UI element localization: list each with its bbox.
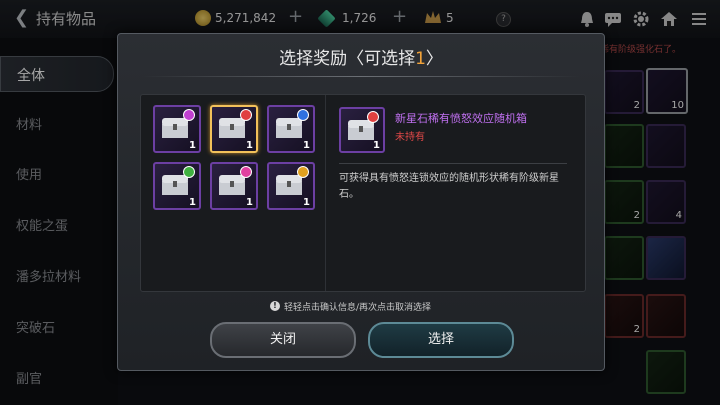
selectable-count: 1 [415, 49, 426, 69]
item-name: 新星石稀有愤怒效应随机箱 [395, 112, 527, 125]
item-quantity: 1 [189, 140, 196, 151]
panel-divider [325, 95, 326, 291]
item-quantity: 1 [189, 197, 196, 208]
reward-panel: 1 1 1 1 1 1 1 新星石稀有愤怒效应随机箱 未持有 可获得具有愤怒连锁效应的随机… [140, 94, 586, 292]
select-button[interactable]: 选择 [368, 322, 514, 358]
item-quantity: 1 [373, 140, 380, 151]
info-icon: ! [270, 301, 280, 311]
gem-badge-icon [367, 111, 379, 123]
reward-item[interactable]: 1 [153, 162, 201, 210]
reward-item[interactable]: 1 [153, 105, 201, 153]
gem-badge-icon [297, 166, 309, 178]
item-quantity: 1 [303, 197, 310, 208]
gem-badge-icon [240, 109, 252, 121]
gem-badge-icon [297, 109, 309, 121]
gem-badge-icon [183, 109, 195, 121]
title-divider [142, 76, 580, 77]
selection-hint: 轻轻点击确认信息/再次点击取消选择 [284, 303, 432, 313]
reward-item[interactable]: 1 [210, 105, 258, 153]
reward-item[interactable]: 1 [267, 105, 315, 153]
item-quantity: 1 [303, 140, 310, 151]
close-button[interactable]: 关闭 [210, 322, 356, 358]
item-quantity: 1 [246, 140, 253, 151]
item-description: 可获得具有愤怒连锁效应的随机形状稀有阶级新星石。 [339, 173, 559, 200]
reward-item[interactable]: 1 [267, 162, 315, 210]
owned-status: 未持有 [395, 132, 425, 143]
dialog-title: 选择奖励〈可选择1〉 [279, 49, 443, 69]
item-quantity: 1 [246, 197, 253, 208]
reward-item[interactable]: 1 [210, 162, 258, 210]
select-reward-dialog: 选择奖励〈可选择1〉 1 1 1 1 1 1 1 新星石稀有愤怒效应随机箱 未持有 可获得… [117, 33, 605, 371]
detail-item-icon: 1 [339, 107, 385, 153]
gem-badge-icon [183, 166, 195, 178]
detail-divider [339, 163, 567, 164]
gem-badge-icon [240, 166, 252, 178]
